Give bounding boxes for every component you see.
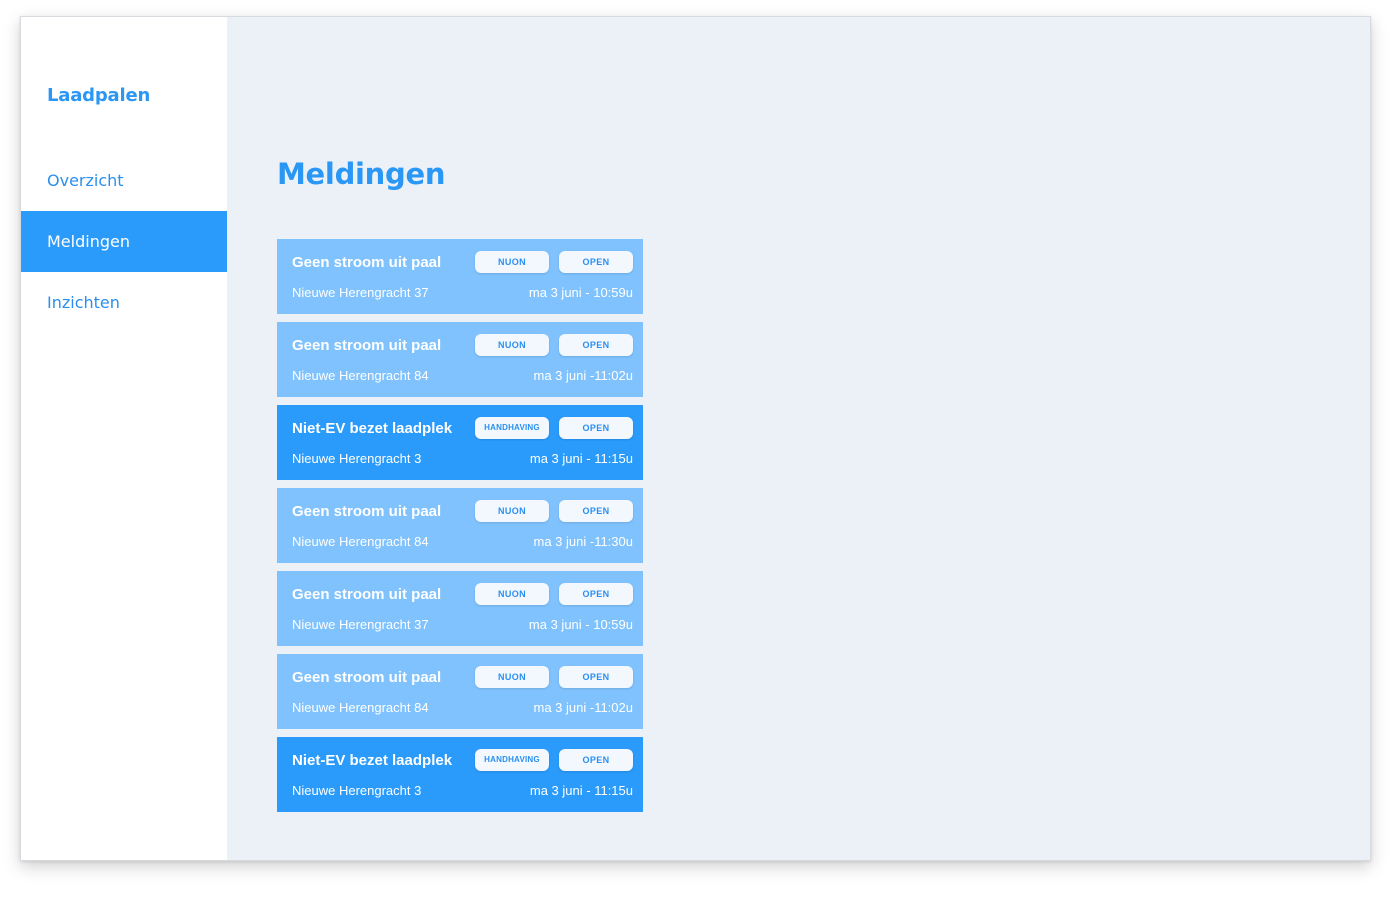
- notification-title: Geen stroom uit paal: [292, 586, 442, 603]
- notification-time: ma 3 juni - 10:59u: [528, 285, 633, 300]
- sidebar-item-overzicht[interactable]: Overzicht: [21, 150, 227, 211]
- notification-card[interactable]: Niet-EV bezet laadplek HANDHAVING OPEN N…: [277, 737, 643, 812]
- organization-badge[interactable]: NUON: [475, 500, 549, 522]
- notification-card[interactable]: Geen stroom uit paal NUON OPEN Nieuwe He…: [277, 654, 643, 729]
- notification-time: ma 3 juni -11:30u: [533, 534, 634, 549]
- organization-badge[interactable]: HANDHAVING: [475, 417, 549, 439]
- main-content: Meldingen Geen stroom uit paal NUON OPEN…: [227, 17, 1370, 860]
- sidebar-nav: Overzicht Meldingen Inzichten: [21, 150, 227, 333]
- organization-badge[interactable]: HANDHAVING: [475, 749, 549, 771]
- notification-card[interactable]: Geen stroom uit paal NUON OPEN Nieuwe He…: [277, 571, 643, 646]
- notification-title: Niet-EV bezet laadplek: [292, 420, 453, 437]
- notification-title: Geen stroom uit paal: [292, 337, 442, 354]
- notification-address: Nieuwe Herengracht 37: [292, 285, 429, 300]
- notification-address: Nieuwe Herengracht 37: [292, 617, 429, 632]
- status-badge[interactable]: OPEN: [559, 417, 633, 439]
- notification-address: Nieuwe Herengracht 3: [292, 783, 422, 798]
- status-badge[interactable]: OPEN: [559, 251, 633, 273]
- notification-title: Niet-EV bezet laadplek: [292, 752, 453, 769]
- organization-badge[interactable]: NUON: [475, 251, 549, 273]
- organization-badge[interactable]: NUON: [475, 666, 549, 688]
- notification-title: Geen stroom uit paal: [292, 503, 442, 520]
- app-brand: Laadpalen: [47, 85, 151, 106]
- notification-card[interactable]: Geen stroom uit paal NUON OPEN Nieuwe He…: [277, 322, 643, 397]
- notification-time: ma 3 juni -11:02u: [533, 368, 634, 383]
- notification-title: Geen stroom uit paal: [292, 254, 442, 271]
- sidebar: Laadpalen Overzicht Meldingen Inzichten: [21, 17, 227, 860]
- notification-card[interactable]: Geen stroom uit paal NUON OPEN Nieuwe He…: [277, 239, 643, 314]
- status-badge[interactable]: OPEN: [559, 500, 633, 522]
- sidebar-item-meldingen[interactable]: Meldingen: [21, 211, 227, 272]
- notification-title: Geen stroom uit paal: [292, 669, 442, 686]
- notification-time: ma 3 juni -11:02u: [533, 700, 634, 715]
- notification-address: Nieuwe Herengracht 84: [292, 534, 429, 549]
- status-badge[interactable]: OPEN: [559, 334, 633, 356]
- notification-card[interactable]: Geen stroom uit paal NUON OPEN Nieuwe He…: [277, 488, 643, 563]
- organization-badge[interactable]: NUON: [475, 334, 549, 356]
- notification-card[interactable]: Niet-EV bezet laadplek HANDHAVING OPEN N…: [277, 405, 643, 480]
- app-window: Laadpalen Overzicht Meldingen Inzichten …: [20, 16, 1371, 861]
- notification-list: Geen stroom uit paal NUON OPEN Nieuwe He…: [277, 239, 643, 820]
- status-badge[interactable]: OPEN: [559, 583, 633, 605]
- notification-address: Nieuwe Herengracht 84: [292, 368, 429, 383]
- page-title: Meldingen: [277, 157, 446, 191]
- status-badge[interactable]: OPEN: [559, 749, 633, 771]
- notification-address: Nieuwe Herengracht 3: [292, 451, 422, 466]
- notification-address: Nieuwe Herengracht 84: [292, 700, 429, 715]
- notification-time: ma 3 juni - 10:59u: [528, 617, 633, 632]
- notification-time: ma 3 juni - 11:15u: [529, 451, 633, 466]
- status-badge[interactable]: OPEN: [559, 666, 633, 688]
- organization-badge[interactable]: NUON: [475, 583, 549, 605]
- notification-time: ma 3 juni - 11:15u: [529, 783, 633, 798]
- sidebar-item-inzichten[interactable]: Inzichten: [21, 272, 227, 333]
